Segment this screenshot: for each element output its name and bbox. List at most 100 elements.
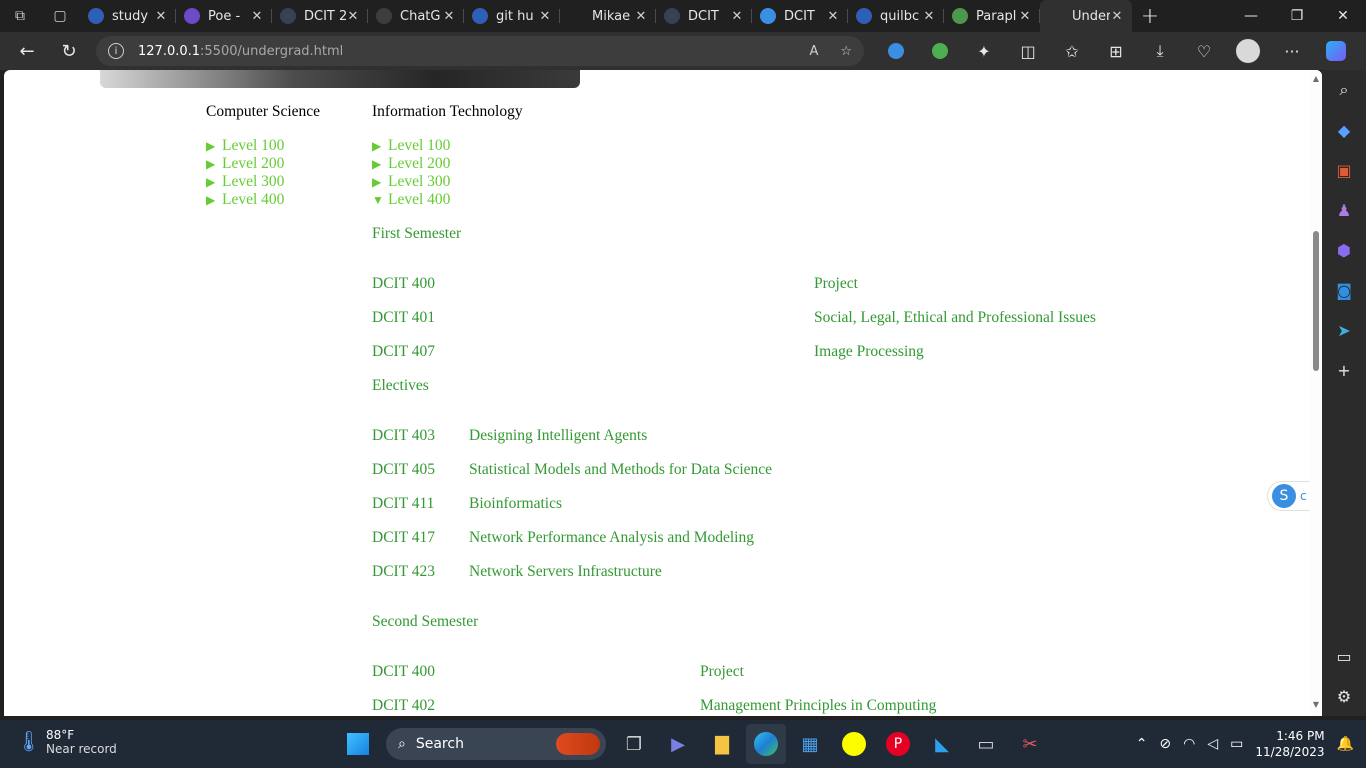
scroll-down-arrow-icon[interactable]: ▼ <box>1311 700 1321 709</box>
collections-icon[interactable]: ⊞ <box>1094 32 1138 70</box>
tab-title: Poe - <box>208 8 241 24</box>
start-windows-icon[interactable] <box>338 724 378 764</box>
close-tab-icon[interactable]: ✕ <box>250 9 264 24</box>
tab-title: Parapl <box>976 8 1017 24</box>
taskbar-search[interactable]: ⌕ Search <box>386 728 606 760</box>
level-toggle[interactable]: ▶ Level 100 <box>372 137 450 155</box>
weather-widget[interactable]: 🌡 88°F Near record <box>16 728 117 756</box>
browser-tab[interactable]: Poe - ✕ <box>176 0 272 32</box>
browser-tab[interactable]: quilbc ✕ <box>848 0 944 32</box>
site-info-icon[interactable]: i <box>108 43 124 59</box>
edge-icon[interactable] <box>746 724 786 764</box>
browser-tab[interactable]: Under ✕ <box>1040 0 1132 32</box>
level-label: Level 400 <box>222 191 285 208</box>
level-toggle[interactable]: ▶ Level 300 <box>372 173 450 191</box>
vscode-icon[interactable]: ◣ <box>922 724 962 764</box>
browser-tab[interactable]: Parapl ✕ <box>944 0 1040 32</box>
terminal-icon[interactable]: ▭ <box>966 724 1006 764</box>
tab-title: ChatG <box>400 8 441 24</box>
battery-icon[interactable]: ▭ <box>1230 736 1243 752</box>
scrollbar-thumb[interactable] <box>1313 231 1319 371</box>
clock[interactable]: 1:46 PM 11/28/2023 <box>1255 728 1324 760</box>
performance-icon[interactable]: ♡ <box>1182 32 1226 70</box>
refresh-button[interactable]: ↻ <box>48 32 90 70</box>
restore-button[interactable]: ❐ <box>1274 0 1320 32</box>
office-icon[interactable]: ⬢ <box>1322 230 1366 270</box>
extension-s-icon[interactable] <box>874 32 918 70</box>
chat-s-icon: S <box>1272 484 1296 508</box>
course-code: DCIT 403 <box>372 427 436 444</box>
course-name: Social, Legal, Ethical and Professional … <box>814 309 1096 326</box>
extensions-puzzle-icon[interactable]: ✦ <box>962 32 1006 70</box>
snipping-tool-icon[interactable]: ✂ <box>1010 724 1050 764</box>
shopping-tag-icon[interactable]: ◆ <box>1322 110 1366 150</box>
add-sidebar-icon[interactable]: + <box>1322 350 1366 390</box>
chevron-up-icon[interactable]: ⌃ <box>1136 736 1148 752</box>
downloads-icon[interactable]: ⤓ <box>1138 32 1182 70</box>
level-toggle[interactable]: ▶ Level 300 <box>206 173 284 191</box>
favorite-star-icon[interactable]: ☆ <box>840 44 852 59</box>
snapchat-icon[interactable] <box>834 724 874 764</box>
level-toggle[interactable]: ▼ Level 400 <box>372 191 450 209</box>
level-toggle[interactable]: ▶ Level 200 <box>206 155 284 173</box>
browser-tab[interactable]: DCIT 2 ✕ <box>272 0 368 32</box>
favorites-icon[interactable]: ✩ <box>1050 32 1094 70</box>
search-icon[interactable]: ⌕ <box>1322 70 1366 110</box>
level-toggle[interactable]: ▶ Level 100 <box>206 137 284 155</box>
address-bar[interactable]: i 127.0.0.1 :5500/undergrad.html A ☆ <box>96 36 864 66</box>
browser-tab[interactable]: study ✕ <box>80 0 176 32</box>
close-tab-icon[interactable]: ✕ <box>442 9 456 24</box>
network-off-icon[interactable]: ⊘ <box>1159 736 1171 752</box>
close-tab-icon[interactable]: ✕ <box>154 9 168 24</box>
volume-icon[interactable]: ◁ <box>1207 736 1218 752</box>
split-screen-icon[interactable]: ◫ <box>1006 32 1050 70</box>
outlook-icon[interactable]: ◙ <box>1322 270 1366 310</box>
back-button[interactable]: ← <box>6 32 48 70</box>
more-menu-icon[interactable]: ··· <box>1270 32 1314 70</box>
close-tab-icon[interactable]: ✕ <box>1018 9 1032 24</box>
triangle-right-icon: ▶ <box>206 156 216 171</box>
browser-tab[interactable]: DCIT ✕ <box>752 0 848 32</box>
scroll-up-arrow-icon[interactable]: ▲ <box>1311 74 1321 83</box>
store-icon[interactable]: ▦ <box>790 724 830 764</box>
browser-tab[interactable]: ChatG ✕ <box>368 0 464 32</box>
minimize-button[interactable]: — <box>1228 0 1274 32</box>
tab-actions-icon[interactable]: ▢ <box>40 0 80 32</box>
send-icon[interactable]: ➤ <box>1322 310 1366 350</box>
close-tab-icon[interactable]: ✕ <box>1110 9 1124 24</box>
page-scrollbar[interactable]: ▲ ▼ <box>1310 70 1322 716</box>
close-tab-icon[interactable]: ✕ <box>346 9 360 24</box>
read-aloud-icon[interactable]: A <box>809 44 818 59</box>
close-window-button[interactable]: ✕ <box>1320 0 1366 32</box>
browser-tab[interactable]: git hu ✕ <box>464 0 560 32</box>
pinterest-icon[interactable]: P <box>878 724 918 764</box>
workspaces-icon[interactable]: ⧉ <box>0 0 40 32</box>
level-label: Level 200 <box>222 155 285 172</box>
close-tab-icon[interactable]: ✕ <box>538 9 552 24</box>
site-icon <box>664 8 680 24</box>
tools-briefcase-icon[interactable]: ▣ <box>1322 150 1366 190</box>
file-explorer-icon[interactable]: ▇ <box>702 724 742 764</box>
notification-bell-icon[interactable]: 🔔 <box>1337 736 1354 752</box>
close-tab-icon[interactable]: ✕ <box>634 9 648 24</box>
sidebar-settings-icon[interactable]: ⚙ <box>1322 676 1366 716</box>
level-toggle[interactable]: ▶ Level 400 <box>206 191 284 209</box>
close-tab-icon[interactable]: ✕ <box>826 9 840 24</box>
task-view-icon[interactable]: ❐ <box>614 724 654 764</box>
close-tab-icon[interactable]: ✕ <box>922 9 936 24</box>
level-toggle[interactable]: ▶ Level 200 <box>372 155 450 173</box>
teams-meet-icon[interactable]: ▶ <box>658 724 698 764</box>
browser-tab[interactable]: DCIT ✕ <box>656 0 752 32</box>
triangle-right-icon: ▶ <box>206 192 216 207</box>
games-icon[interactable]: ♟ <box>1322 190 1366 230</box>
profile-avatar[interactable] <box>1226 32 1270 70</box>
wifi-icon[interactable]: ◠ <box>1183 736 1195 752</box>
browser-tab[interactable]: Mikae ✕ <box>560 0 656 32</box>
close-tab-icon[interactable]: ✕ <box>730 9 744 24</box>
copilot-icon[interactable] <box>1314 32 1358 70</box>
hide-sidebar-icon[interactable]: ▭ <box>1322 636 1366 676</box>
extension-robot-icon[interactable] <box>918 32 962 70</box>
new-tab-button[interactable]: + <box>1132 4 1168 29</box>
tab-bar: ⧉ ▢ study ✕ Poe - ✕ DCIT 2 ✕ ChatG ✕ git hu ✕ Mika… <box>0 0 1366 32</box>
chat-widget[interactable]: S c <box>1267 481 1311 511</box>
